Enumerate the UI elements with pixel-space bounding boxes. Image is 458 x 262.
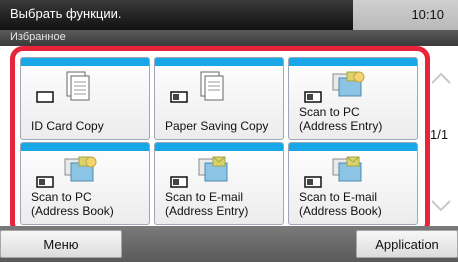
tile-top-bar (21, 58, 149, 66)
favorites-label: Избранное (10, 31, 66, 43)
title-strip: Выбрать функции. (0, 0, 353, 30)
tile-label: Scan to PC (Address Book) (31, 190, 114, 218)
tile-scan-to-pc-address-book[interactable]: Scan to PC (Address Book) (20, 142, 150, 225)
tile-label: Scan to PC (Address Entry) (299, 105, 383, 133)
tile-label: Scan to E-mail (Address Book) (299, 190, 382, 218)
tile-top-bar (289, 143, 417, 151)
page-indicator: 1/1 (430, 127, 449, 142)
tile-scan-to-pc-address-entry[interactable]: Scan to PC (Address Entry) (288, 57, 418, 140)
tile-scan-to-email-address-entry[interactable]: Scan to E-mail (Address Entry) (154, 142, 284, 225)
tile-label: Paper Saving Copy (165, 119, 269, 133)
tile-label: Scan to E-mail (Address Entry) (165, 190, 249, 218)
tile-scan-to-email-address-book[interactable]: Scan to E-mail (Address Book) (288, 142, 418, 225)
page-title: Выбрать функции. (10, 6, 122, 21)
chevron-down-icon (431, 200, 451, 212)
scroll-down-button[interactable] (424, 186, 458, 226)
scroll-up-button[interactable] (424, 58, 458, 98)
tile-label: ID Card Copy (31, 119, 104, 133)
id-card-copy-icon (35, 70, 105, 115)
tile-top-bar (21, 143, 149, 151)
favorites-panel: ID Card Copy Paper Saving Copy Scan to P… (10, 46, 430, 236)
subtitle-strip: Избранное (0, 30, 458, 46)
paper-saving-copy-icon (169, 70, 239, 115)
bottom-bar: Меню Application (0, 226, 458, 262)
application-button[interactable]: Application (356, 230, 458, 258)
tile-paper-saving-copy[interactable]: Paper Saving Copy (154, 57, 284, 140)
menu-button[interactable]: Меню (0, 230, 122, 258)
clock: 10:10 (411, 7, 444, 22)
chevron-up-icon (431, 72, 451, 84)
tile-top-bar (289, 58, 417, 66)
tile-top-bar (155, 58, 283, 66)
tile-top-bar (155, 143, 283, 151)
tile-id-card-copy[interactable]: ID Card Copy (20, 57, 150, 140)
